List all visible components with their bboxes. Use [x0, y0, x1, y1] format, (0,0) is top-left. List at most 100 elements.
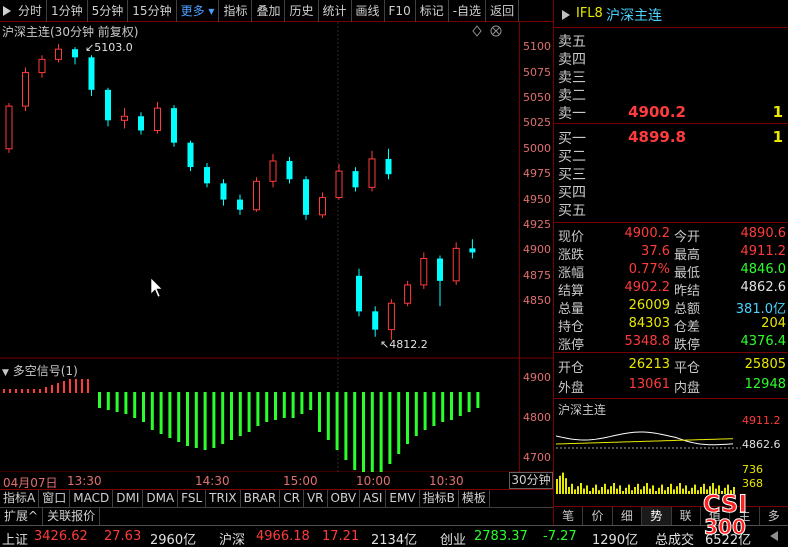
indicator-button[interactable]: 指标 — [219, 0, 253, 22]
order-book-row[interactable]: 卖三 — [554, 67, 788, 86]
candle — [105, 87, 111, 127]
y-tick-label: 4975 — [523, 167, 551, 181]
close-icon[interactable] — [490, 25, 502, 37]
quote-row: 结算 4902.2 昨结 4862.6 — [554, 280, 788, 299]
period-selector[interactable]: 30分钟 — [509, 472, 553, 489]
candle — [420, 252, 428, 289]
chevron-down-icon[interactable]: ▼ — [2, 368, 9, 378]
tab-brar[interactable]: BRAR — [241, 490, 281, 507]
signal-bar-green — [98, 392, 101, 408]
signal-bar-green — [467, 392, 471, 412]
related-quote-button[interactable]: 关联报价 — [43, 508, 101, 525]
signal-bar-green — [256, 392, 260, 426]
index-change: 17.21 — [322, 529, 360, 544]
tab-asi[interactable]: ASI — [360, 490, 387, 507]
main-chart-title: 沪深主连(30分钟 前复权) — [2, 25, 139, 39]
order-book-row[interactable]: 买一 4899.8 1 — [554, 128, 788, 147]
volume-bar — [559, 475, 561, 494]
tab-window[interactable]: 窗口 — [39, 490, 71, 507]
kline-chart[interactable] — [0, 22, 553, 472]
candle — [452, 242, 460, 285]
quote-value: 12948 — [744, 377, 786, 392]
volume-bar — [586, 485, 588, 494]
tab-vr[interactable]: VR — [304, 490, 328, 507]
quote-value: 25805 — [744, 357, 786, 372]
volume-bar — [667, 487, 669, 494]
detail-tab[interactable]: 势 — [642, 507, 672, 525]
quote-label: 涨幅 — [558, 266, 585, 281]
tab-indicator-b[interactable]: 指标B — [420, 490, 459, 507]
order-book-row[interactable]: 买三 — [554, 164, 788, 183]
candle — [121, 108, 128, 129]
mini-timeshare-chart[interactable] — [556, 416, 741, 496]
detail-tab[interactable]: 多 — [760, 507, 788, 525]
order-book-row[interactable]: 买二 — [554, 146, 788, 165]
statistics-button[interactable]: 统计 — [319, 0, 352, 22]
quote-panel: IFL8 沪深主连 卖五 卖四 卖三 卖二 卖一 4900.2 1 买一 489… — [553, 0, 788, 525]
quote-label: 开仓 — [558, 361, 585, 376]
signal-bar-green — [274, 392, 277, 420]
index-name: 上证 — [2, 533, 29, 547]
chart-settings-icon[interactable] — [472, 25, 482, 37]
tab-1min[interactable]: 1分钟 — [47, 0, 88, 22]
quote-value: 37.6 — [641, 244, 670, 259]
back-button[interactable]: 返回 — [486, 0, 520, 22]
draw-line-button[interactable]: 画线 — [352, 0, 385, 22]
f10-button[interactable]: F10 — [385, 0, 416, 22]
volume-bar — [643, 486, 645, 494]
order-book-row[interactable]: 买五 — [554, 200, 788, 219]
order-book-row[interactable]: 卖一 4900.2 1 — [554, 103, 788, 122]
level-label: 卖三 — [558, 70, 586, 86]
tab-5min[interactable]: 5分钟 — [88, 0, 129, 22]
order-book-row[interactable]: 卖五 — [554, 31, 788, 50]
mark-button[interactable]: 标记 — [416, 0, 449, 22]
tab-cr[interactable]: CR — [280, 490, 304, 507]
tab-emv[interactable]: EMV — [386, 490, 420, 507]
quote-label: 总额 — [674, 302, 701, 317]
quote-value: 4846.0 — [740, 262, 787, 277]
tab-obv[interactable]: OBV — [328, 490, 361, 507]
toolbar-toggle-icon[interactable] — [0, 0, 14, 22]
quote-value: 0.77% — [628, 262, 670, 277]
history-button[interactable]: 历史 — [285, 0, 319, 22]
quote-value: 381.0亿 — [735, 302, 786, 317]
volume-bar — [634, 487, 636, 494]
overlay-button[interactable]: 叠加 — [252, 0, 286, 22]
quote-label: 总量 — [558, 302, 585, 317]
volume-bar — [556, 479, 558, 494]
index-amount: 2960亿 — [150, 533, 197, 547]
volume-bar — [583, 488, 585, 494]
candle — [22, 67, 29, 112]
tab-dma[interactable]: DMA — [143, 490, 179, 507]
order-book-row[interactable]: 买四 — [554, 182, 788, 201]
watchlist-button[interactable]: -自选 — [449, 0, 487, 22]
order-book-row[interactable]: 卖二 — [554, 85, 788, 104]
detail-tab[interactable]: 细 — [613, 507, 643, 525]
tab-template[interactable]: 模板 — [459, 490, 490, 507]
tab-timeshare[interactable]: 分时 — [14, 0, 48, 22]
candle — [72, 47, 78, 65]
index-amount: 2134亿 — [371, 533, 418, 547]
detail-tab[interactable]: 价 — [583, 507, 613, 525]
signal-bar-green — [177, 392, 181, 442]
signal-bar-green — [150, 392, 154, 430]
tab-indicator-a[interactable]: 指标A — [0, 490, 40, 507]
time-label: 10:30 — [429, 474, 464, 488]
candle — [356, 268, 362, 317]
tab-15min[interactable]: 15分钟 — [128, 0, 177, 22]
status-arrow-icon[interactable] — [768, 529, 780, 547]
index-name: 沪深 — [219, 533, 246, 547]
expand-button[interactable]: 扩展^ — [0, 508, 44, 525]
tab-trix[interactable]: TRIX — [206, 490, 241, 507]
more-button[interactable]: 更多 ▾ — [177, 0, 220, 22]
tab-dmi[interactable]: DMI — [113, 490, 144, 507]
tab-fsl[interactable]: FSL — [178, 490, 207, 507]
signal-bar-red — [81, 379, 83, 393]
quote-row: 现价 4900.2 今开 4890.6 — [554, 226, 788, 245]
order-book-row[interactable]: 卖四 — [554, 49, 788, 68]
tab-macd[interactable]: MACD — [70, 490, 114, 507]
signal-bar-green — [124, 392, 128, 414]
index-price: 2783.37 — [474, 529, 528, 544]
panel-arrow-icon[interactable] — [562, 9, 570, 23]
detail-tab[interactable]: 笔 — [554, 507, 584, 525]
